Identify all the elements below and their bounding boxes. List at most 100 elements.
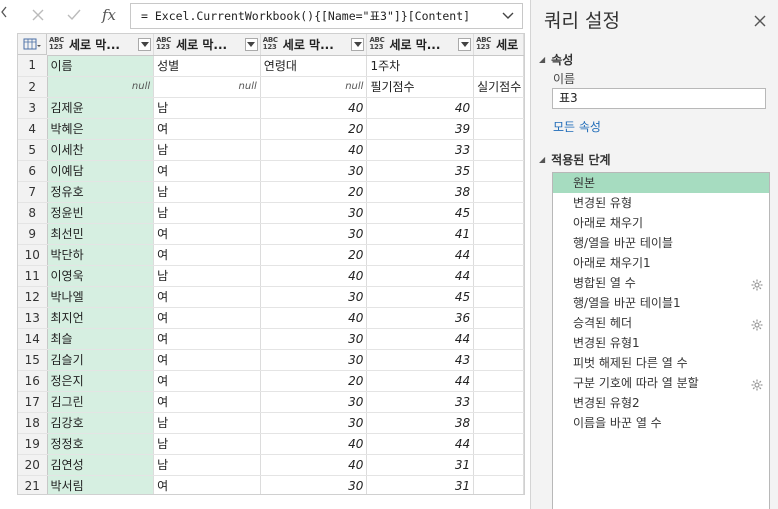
table-cell[interactable]: 연령대 — [260, 55, 368, 77]
applied-step-item[interactable]: 구분 기호에 따라 열 분할 — [553, 373, 769, 393]
table-cell[interactable]: 여 — [153, 349, 261, 371]
table-cell[interactable]: 20 — [260, 244, 368, 266]
table-cell[interactable]: 33 — [366, 391, 475, 413]
table-cell[interactable]: 김연성 — [47, 454, 155, 476]
table-cell[interactable]: 김제윤 — [47, 97, 155, 119]
gear-icon[interactable] — [751, 377, 763, 391]
table-cell[interactable]: null — [153, 76, 261, 98]
table-menu-button[interactable] — [18, 34, 47, 55]
table-cell[interactable]: 김강호 — [47, 412, 155, 434]
applied-step-item[interactable]: 행/열을 바꾼 테이블1 — [553, 293, 769, 313]
table-cell[interactable]: 39 — [366, 118, 475, 140]
properties-section-header[interactable]: ◢ 속성 — [539, 51, 573, 68]
table-row[interactable]: 14 최슬 여 30 44 — [18, 328, 524, 350]
table-cell[interactable]: 이세찬 — [47, 139, 155, 161]
table-cell[interactable] — [473, 307, 524, 329]
table-cell[interactable]: 30 — [260, 286, 368, 308]
table-row[interactable]: 8 정윤빈 남 30 45 — [18, 202, 524, 224]
table-row[interactable]: 9 최선민 여 30 41 — [18, 223, 524, 245]
table-cell[interactable] — [473, 223, 524, 245]
applied-step-item[interactable]: 아래로 채우기 — [553, 213, 769, 233]
table-cell[interactable]: 35 — [366, 160, 475, 182]
table-cell[interactable]: 성별 — [153, 55, 261, 77]
table-cell[interactable]: 40 — [260, 139, 368, 161]
commit-formula-icon[interactable] — [60, 4, 88, 26]
column-filter-dropdown-icon[interactable] — [351, 37, 365, 51]
applied-step-item[interactable]: 병합된 열 수 — [553, 273, 769, 293]
table-cell[interactable]: 40 — [260, 433, 368, 455]
table-cell[interactable]: null — [47, 76, 155, 98]
table-cell[interactable]: 남 — [153, 139, 261, 161]
table-cell[interactable]: 30 — [260, 202, 368, 224]
table-row[interactable]: 2 null null null 필기점수 실기점수 — [18, 76, 524, 98]
insert-function-button[interactable]: fx — [95, 4, 123, 26]
table-cell[interactable]: 30 — [260, 223, 368, 245]
column-header[interactable]: ABC 123 세로 막... — [47, 34, 155, 56]
table-cell[interactable]: 40 — [366, 97, 475, 119]
cancel-formula-icon[interactable] — [24, 4, 52, 26]
table-cell[interactable] — [473, 118, 524, 140]
table-cell[interactable]: 박나엘 — [47, 286, 155, 308]
table-row[interactable]: 20 김연성 남 40 31 — [18, 454, 524, 476]
table-cell[interactable]: 45 — [366, 202, 475, 224]
table-cell[interactable] — [473, 433, 524, 455]
table-cell[interactable]: 30 — [260, 349, 368, 371]
column-filter-dropdown-icon[interactable] — [458, 37, 472, 51]
table-cell[interactable]: 40 — [260, 307, 368, 329]
table-cell[interactable] — [473, 265, 524, 287]
data-preview-grid[interactable]: ABC 123 세로 막... ABC 123 세로 막... ABC 123 세로 막... A… — [17, 33, 525, 495]
table-row[interactable]: 7 정유호 남 20 38 — [18, 181, 524, 203]
table-cell[interactable]: 최선민 — [47, 223, 155, 245]
table-cell[interactable] — [473, 349, 524, 371]
table-cell[interactable]: 남 — [153, 433, 261, 455]
column-filter-dropdown-icon[interactable] — [244, 37, 258, 51]
table-cell[interactable]: 33 — [366, 139, 475, 161]
column-header[interactable]: ABC 123 세로 막... — [366, 34, 475, 56]
table-cell[interactable]: 남 — [153, 412, 261, 434]
applied-step-item[interactable]: 행/열을 바꾼 테이블 — [553, 233, 769, 253]
table-cell[interactable] — [473, 202, 524, 224]
table-cell[interactable]: 44 — [366, 244, 475, 266]
table-cell[interactable]: 남 — [153, 202, 261, 224]
table-cell[interactable] — [473, 391, 524, 413]
table-row[interactable]: 17 김그린 여 30 33 — [18, 391, 524, 413]
table-cell[interactable]: 20 — [260, 118, 368, 140]
applied-step-item[interactable]: 변경된 유형2 — [553, 393, 769, 413]
table-cell[interactable]: 40 — [260, 454, 368, 476]
applied-step-item[interactable]: 원본 — [553, 173, 769, 193]
table-cell[interactable]: 31 — [366, 475, 475, 494]
table-cell[interactable]: 김그린 — [47, 391, 155, 413]
all-properties-link[interactable]: 모든 속성 — [553, 118, 601, 135]
table-cell[interactable]: 30 — [260, 328, 368, 350]
table-cell[interactable]: 44 — [366, 370, 475, 392]
table-cell[interactable]: 박단하 — [47, 244, 155, 266]
table-cell[interactable]: 실기점수 — [473, 76, 524, 98]
table-cell[interactable]: 20 — [260, 370, 368, 392]
table-row[interactable]: 21 박서림 여 30 31 — [18, 475, 524, 494]
table-cell[interactable]: 정유호 — [47, 181, 155, 203]
type-any-icon[interactable]: ABC 123 — [49, 37, 66, 51]
table-row[interactable]: 12 박나엘 여 30 45 — [18, 286, 524, 308]
table-cell[interactable]: 정은지 — [47, 370, 155, 392]
table-cell[interactable] — [473, 55, 524, 77]
applied-steps-section-header[interactable]: ◢ 적용된 단계 — [539, 151, 611, 168]
table-cell[interactable]: 30 — [260, 160, 368, 182]
type-any-icon[interactable]: ABC 123 — [156, 37, 173, 51]
formula-input[interactable]: = Excel.CurrentWorkbook(){[Name="표3"]}[C… — [130, 3, 523, 29]
table-cell[interactable]: 44 — [366, 265, 475, 287]
table-cell[interactable]: 여 — [153, 160, 261, 182]
table-cell[interactable] — [473, 370, 524, 392]
table-cell[interactable]: 박서림 — [47, 475, 155, 494]
table-cell[interactable]: 최지언 — [47, 307, 155, 329]
table-cell[interactable]: 44 — [366, 328, 475, 350]
table-row[interactable]: 1 이름 성별 연령대 1주차 — [18, 55, 524, 77]
table-cell[interactable] — [473, 160, 524, 182]
formula-text[interactable]: = Excel.CurrentWorkbook(){[Name="표3"]}[C… — [141, 9, 470, 23]
table-cell[interactable] — [473, 412, 524, 434]
applied-step-item[interactable]: 피벗 해제된 다른 열 수 — [553, 353, 769, 373]
table-cell[interactable]: 여 — [153, 328, 261, 350]
table-row[interactable]: 13 최지언 여 40 36 — [18, 307, 524, 329]
table-cell[interactable]: 남 — [153, 181, 261, 203]
table-cell[interactable]: 이영욱 — [47, 265, 155, 287]
table-cell[interactable] — [473, 286, 524, 308]
